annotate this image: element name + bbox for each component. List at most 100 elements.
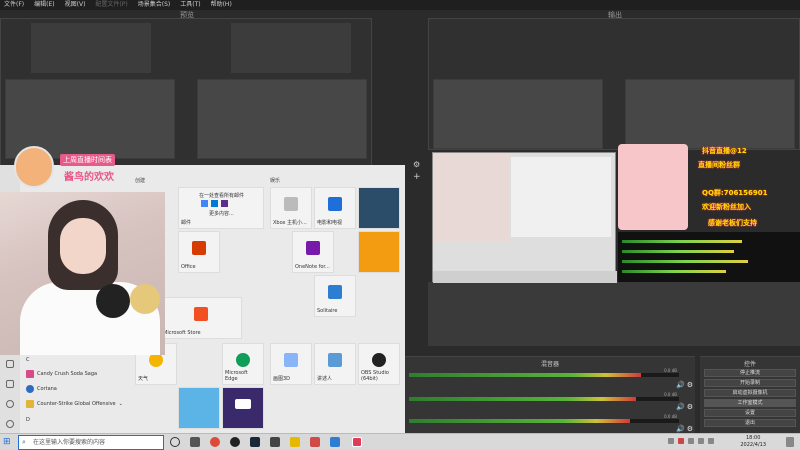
tile-onenote[interactable]: OneNote for... bbox=[292, 231, 334, 273]
settings-icon[interactable] bbox=[6, 400, 14, 408]
obs-icon[interactable] bbox=[230, 437, 240, 447]
notification-icon[interactable] bbox=[786, 437, 794, 447]
settings-button[interactable]: 设置 bbox=[704, 409, 796, 417]
speaker-icon[interactable]: 🔊 bbox=[676, 381, 685, 389]
app-icon[interactable] bbox=[290, 437, 300, 447]
tile-edge[interactable]: Microsoft Edge bbox=[222, 343, 264, 385]
power-icon[interactable] bbox=[6, 420, 14, 428]
add-icon[interactable]: + bbox=[413, 172, 421, 182]
tray-icon[interactable] bbox=[698, 438, 704, 444]
tile-paint3d[interactable]: 画图3D bbox=[270, 343, 312, 385]
overlay-line: 感谢老板们支持 bbox=[708, 219, 757, 227]
edge-icon bbox=[236, 353, 250, 367]
tile-narrator[interactable]: 讲述人 bbox=[314, 343, 356, 385]
mascot-avatar bbox=[14, 146, 54, 188]
overlay-line: 抖音直播@12 bbox=[702, 147, 747, 155]
gear-icon[interactable]: ⚙ bbox=[413, 160, 420, 169]
pictures-icon[interactable] bbox=[6, 380, 14, 388]
app-icon[interactable] bbox=[270, 437, 280, 447]
app-icon[interactable] bbox=[352, 437, 362, 447]
menu-edit[interactable]: 编辑(E) bbox=[34, 0, 54, 10]
output-mini-screen bbox=[432, 152, 617, 283]
taskbar: ⊞ ⌕ 在这里输入你要搜索的内容 18:00 2022/4/13 bbox=[0, 433, 800, 450]
tray-icon[interactable] bbox=[708, 438, 714, 444]
movies-icon bbox=[328, 197, 342, 211]
preview-nested-panel bbox=[31, 23, 151, 73]
tile-solitaire[interactable]: Solitaire bbox=[314, 275, 356, 317]
output-title: 输出 bbox=[608, 11, 622, 19]
paint3d-icon bbox=[284, 353, 298, 367]
studio-mode-button[interactable]: 工作室模式 bbox=[704, 399, 796, 407]
banner-name: 酱鸟的欢欢 bbox=[64, 172, 114, 183]
system-clock[interactable]: 18:00 2022/4/13 bbox=[740, 435, 766, 449]
webcam-feed bbox=[0, 192, 165, 355]
tile-group-play: 娱乐 bbox=[270, 178, 281, 184]
mixer-meter bbox=[409, 419, 679, 423]
output-pane[interactable]: 输出 bbox=[428, 11, 800, 150]
mixer-meter bbox=[409, 397, 679, 401]
tile-mail[interactable]: 在一处查看所有邮件 更多内容... 邮件 bbox=[178, 187, 264, 229]
preview-nested-panel bbox=[231, 23, 351, 73]
gear-icon[interactable]: ⚙ bbox=[687, 425, 693, 433]
search-placeholder: 在这里输入你要搜索的内容 bbox=[33, 439, 106, 446]
tray-icon[interactable] bbox=[688, 438, 694, 444]
solitaire-icon bbox=[328, 285, 342, 299]
tile-news[interactable] bbox=[358, 187, 400, 229]
overlay-anime-art bbox=[618, 144, 688, 230]
speaker-icon[interactable]: 🔊 bbox=[676, 425, 685, 433]
tile-disney[interactable] bbox=[178, 387, 220, 429]
yahoo-icon bbox=[221, 200, 228, 207]
tile-office[interactable]: Office bbox=[178, 231, 220, 273]
menu-tools[interactable]: 工具(T) bbox=[180, 0, 200, 10]
mail-tile-more: 更多内容... bbox=[209, 211, 234, 217]
task-view-icon[interactable] bbox=[190, 437, 200, 447]
tray-icon[interactable] bbox=[678, 438, 684, 444]
tile-weather-label: 天气 bbox=[138, 376, 149, 382]
app-icon[interactable] bbox=[330, 437, 340, 447]
tile-obs[interactable]: OBS Studio (64bit) bbox=[358, 343, 400, 385]
app-icon[interactable] bbox=[310, 437, 320, 447]
tile-movies[interactable]: 电影和电视 bbox=[314, 187, 356, 229]
mini-webcam bbox=[433, 153, 509, 241]
gear-icon[interactable]: ⚙ bbox=[687, 403, 693, 411]
exit-button[interactable]: 退出 bbox=[704, 419, 796, 427]
banner-title: 上周直播时间表 bbox=[60, 154, 115, 166]
search-input[interactable]: ⌕ 在这里输入你要搜索的内容 bbox=[18, 435, 164, 450]
menu-view[interactable]: 视图(V) bbox=[65, 0, 86, 10]
list-item[interactable]: Counter-Strike Global Offensive ⌄ bbox=[26, 400, 123, 408]
chrome-icon[interactable] bbox=[210, 437, 220, 447]
tile-xbox[interactable]: Xbox 主机小... bbox=[270, 187, 312, 229]
list-item[interactable]: Cortana bbox=[26, 385, 57, 393]
speaker-icon[interactable]: 🔊 bbox=[676, 403, 685, 411]
folder-icon bbox=[26, 400, 34, 408]
xbox-icon bbox=[284, 197, 298, 211]
windows-start-icon[interactable]: ⊞ bbox=[3, 437, 11, 447]
menu-help[interactable]: 帮助(H) bbox=[211, 0, 232, 10]
gear-icon[interactable]: ⚙ bbox=[687, 381, 693, 389]
tile-store[interactable]: Microsoft Store bbox=[160, 297, 242, 339]
tile-onenote-label: OneNote for... bbox=[295, 264, 330, 270]
chevron-down-icon[interactable]: ⌄ bbox=[119, 401, 123, 407]
webcam-person-face bbox=[60, 218, 106, 274]
virtual-camera-button[interactable]: 启动虚拟摄像机 bbox=[704, 389, 796, 397]
menu-bar: 文件(F) 编辑(E) 视图(V) 配置文件(P) 场景集合(S) 工具(T) … bbox=[0, 0, 800, 10]
menu-file[interactable]: 文件(F) bbox=[4, 0, 24, 10]
tile-dolby[interactable] bbox=[222, 387, 264, 429]
documents-icon[interactable] bbox=[6, 360, 14, 368]
tile-paint3d-label: 画图3D bbox=[273, 376, 291, 382]
list-item[interactable]: Candy Crush Soda Saga bbox=[26, 370, 97, 378]
output-canvas-background bbox=[428, 282, 800, 346]
menu-scene-collection[interactable]: 场景集合(S) bbox=[138, 0, 171, 10]
mixer-meter-fill bbox=[409, 373, 642, 377]
list-header-c: C bbox=[26, 357, 30, 363]
stop-streaming-button[interactable]: 停止推流 bbox=[704, 369, 796, 377]
audio-wave bbox=[622, 260, 748, 263]
cortana-icon[interactable] bbox=[170, 437, 180, 447]
tile-game[interactable] bbox=[358, 231, 400, 273]
menu-profile: 配置文件(P) bbox=[95, 1, 128, 8]
narrator-icon bbox=[328, 353, 342, 367]
mixer-meter-fill bbox=[409, 397, 636, 401]
tray-icon[interactable] bbox=[668, 438, 674, 444]
start-recording-button[interactable]: 开始录制 bbox=[704, 379, 796, 387]
steam-icon[interactable] bbox=[250, 437, 260, 447]
